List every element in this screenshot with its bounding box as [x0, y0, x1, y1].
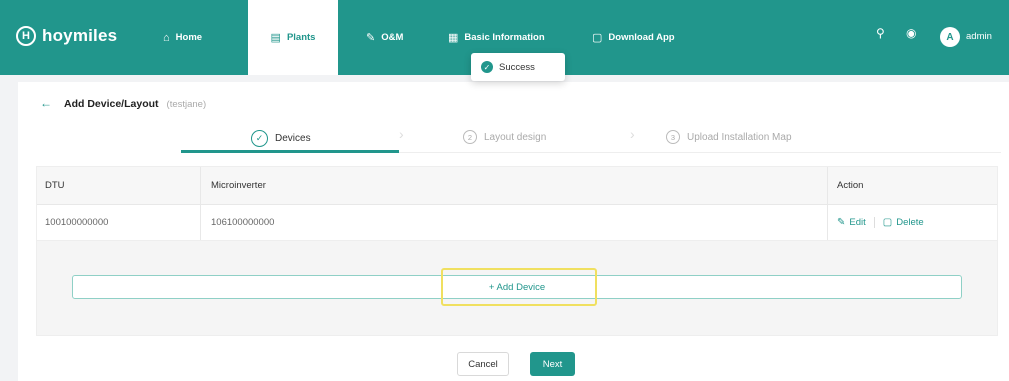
nav-om[interactable]: ✎ O&M [366, 0, 403, 75]
edit-icon: ✎ [837, 217, 846, 228]
logo[interactable]: H hoymiles [16, 26, 117, 46]
step-arrow-icon: › [630, 126, 635, 142]
back-arrow-icon[interactable]: ← [40, 96, 52, 110]
plant-name: (testjane) [166, 99, 207, 110]
nav-home-label: Home [175, 32, 203, 43]
globe-icon[interactable]: ◉ [906, 26, 916, 40]
column-divider [827, 205, 828, 240]
page-title: Add Device/Layout [64, 98, 159, 110]
delete-link[interactable]: ▢ Delete [883, 217, 924, 228]
active-step-underline [181, 150, 399, 153]
wrench-icon: ✎ [366, 32, 376, 44]
nav-download-app-label: Download App [608, 32, 675, 43]
check-circle-icon: ✓ [251, 130, 268, 147]
column-divider [200, 205, 201, 240]
header-action: Action [837, 180, 864, 191]
action-divider [873, 217, 875, 228]
page-header: ← Add Device/Layout (testjane) [40, 96, 206, 110]
cancel-button[interactable]: Cancel [457, 352, 509, 376]
column-divider [827, 167, 828, 204]
delete-icon: ▢ [882, 217, 893, 228]
step-number-3: 3 [666, 130, 680, 144]
plants-icon: ▤ [270, 32, 281, 44]
table-row: 100100000000 106100000000 ✎ Edit ▢ Delet… [37, 205, 997, 241]
step-upload-installation-map-label: Upload Installation Map [687, 131, 792, 143]
add-device-button[interactable]: + Add Device [72, 275, 962, 299]
nav-plants-label: Plants [286, 32, 316, 43]
left-margin [0, 82, 18, 381]
home-icon: ⌂ [163, 31, 170, 44]
dtu-serial: 100100000000 [45, 217, 109, 228]
delete-label: Delete [896, 217, 924, 228]
nav-basic-information-label: Basic Information [464, 32, 545, 43]
microinverter-serial: 106100000000 [211, 217, 275, 228]
row-actions: ✎ Edit ▢ Delete [837, 205, 924, 240]
nav-om-label: O&M [381, 32, 404, 43]
success-toast: ✓ Success [471, 53, 565, 81]
avatar[interactable]: A [940, 27, 960, 47]
search-icon[interactable]: ⚲ [876, 26, 885, 40]
nav-home[interactable]: ⌂ Home [163, 0, 202, 75]
nav-plants[interactable]: ▤ Plants [248, 0, 338, 75]
download-icon: ▢ [592, 32, 603, 44]
step-arrow-icon: › [399, 126, 404, 142]
username[interactable]: admin [966, 31, 992, 42]
step-devices[interactable]: ✓ Devices [251, 130, 311, 147]
logo-icon: H [16, 26, 36, 46]
header-dtu: DTU [45, 180, 65, 191]
main-card: ← Add Device/Layout (testjane) ✓ Devices… [18, 82, 1009, 381]
edit-link[interactable]: ✎ Edit [837, 217, 866, 228]
step-devices-label: Devices [275, 133, 311, 144]
step-upload-installation-map[interactable]: 3 Upload Installation Map [666, 130, 792, 144]
next-button[interactable]: Next [530, 352, 575, 376]
logo-text: hoymiles [42, 26, 118, 45]
table-header: DTU Microinverter Action [37, 167, 997, 205]
edit-label: Edit [849, 217, 866, 228]
device-panel: DTU Microinverter Action 100100000000 10… [36, 166, 998, 336]
step-number-2: 2 [463, 130, 477, 144]
step-layout-design-label: Layout design [484, 131, 547, 143]
success-check-icon: ✓ [481, 61, 493, 73]
header-microinverter: Microinverter [211, 180, 266, 191]
nav-download-app[interactable]: ▢ Download App [592, 0, 675, 75]
device-table: DTU Microinverter Action 100100000000 10… [37, 167, 997, 241]
column-divider [200, 167, 201, 204]
toast-message: Success [499, 61, 535, 73]
step-layout-design[interactable]: 2 Layout design [463, 130, 546, 144]
info-list-icon: ▦ [448, 32, 459, 44]
